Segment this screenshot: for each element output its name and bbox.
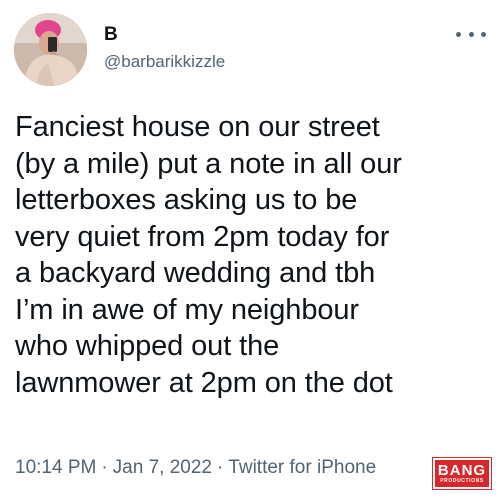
avatar-photo — [14, 13, 87, 86]
watermark-sub-text: PRODUCTIONS — [440, 477, 484, 484]
bang-productions-watermark-logo: BANG PRODUCTIONS — [432, 457, 492, 490]
tweet-text: Fanciest house on our street (by a mile)… — [15, 109, 490, 401]
watermark-main-text: BANG — [437, 461, 487, 479]
tweet-text-line: very quiet from 2pm today for — [15, 220, 390, 253]
tweet-text-line: I’m in awe of my neighbour — [15, 293, 359, 326]
tweet-date[interactable]: Jan 7, 2022 — [113, 457, 212, 478]
tweet-text-line: letterboxes asking us to be — [15, 184, 358, 216]
tweet-text-line: Fanciest house on our street — [15, 111, 380, 143]
more-dot — [481, 31, 486, 37]
meta-separator: · — [101, 457, 108, 478]
more-dot — [468, 31, 474, 37]
tweet-text-line: a backyard wedding and tbh — [15, 257, 376, 289]
tweet-text-line: (by a mile) put a note in all our — [15, 147, 402, 180]
tweet-client-link[interactable]: Twitter for iPhone — [228, 457, 376, 478]
tweet-card: B @barbarikkizzle Fanciest house on our … — [0, 0, 500, 500]
author-handle[interactable]: @barbarikkizzle — [104, 51, 225, 73]
meta-separator: · — [216, 457, 224, 478]
tweet-metadata: 10:14 PM · Jan 7, 2022 · Twitter for iPhone — [15, 456, 376, 480]
tweet-time[interactable]: 10:14 PM — [15, 457, 96, 478]
avatar[interactable] — [14, 13, 87, 86]
tweet-text-line: lawnmower at 2pm on the dot — [15, 366, 393, 399]
author-name[interactable]: B — [104, 24, 118, 46]
more-horizontal-icon[interactable] — [456, 27, 486, 41]
more-dot — [456, 31, 461, 37]
tweet-text-line: who whipped out the — [15, 330, 280, 362]
